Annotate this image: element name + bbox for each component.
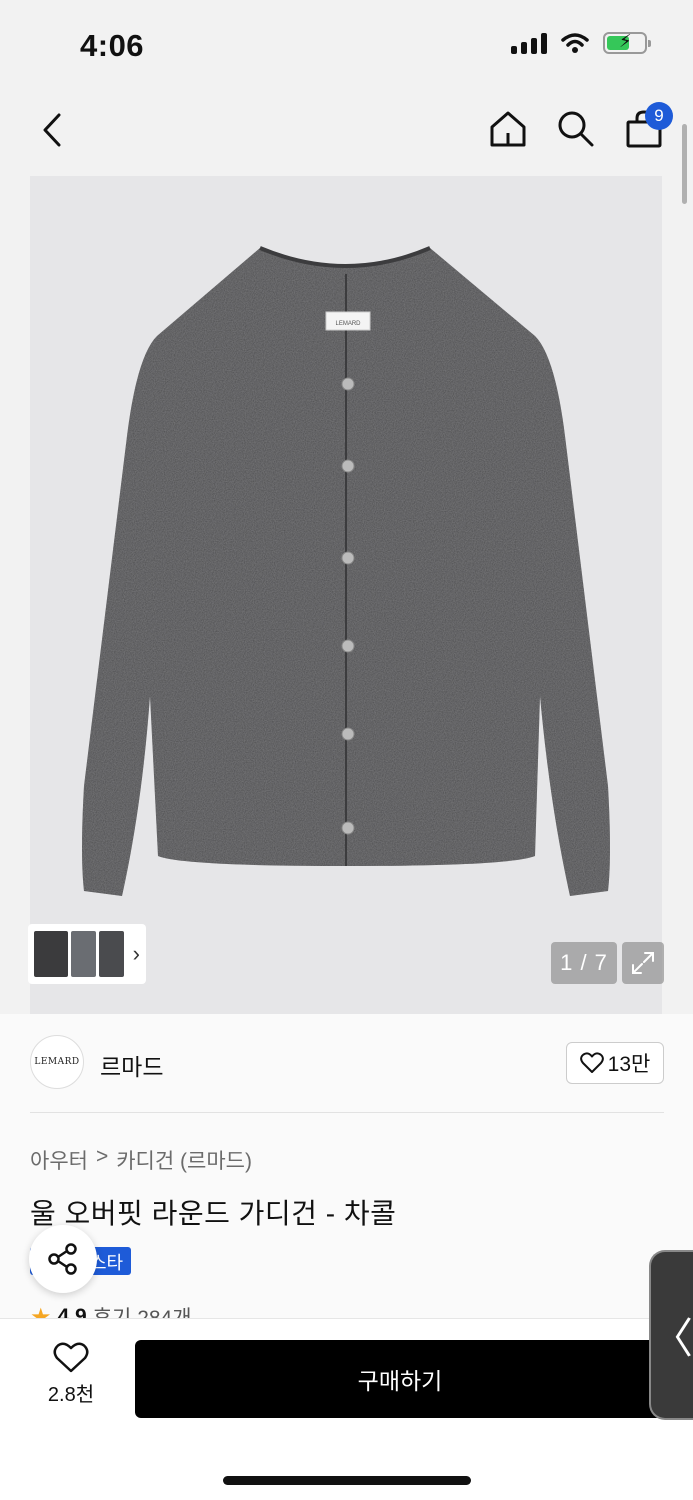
expand-image-button[interactable] [622, 942, 664, 984]
divider [30, 1112, 664, 1113]
brand-favorite-count: 13만 [607, 1053, 651, 1076]
like-count: 2.8천 [47, 1384, 95, 1406]
breadcrumb-item[interactable]: 카디건 (르마드) [116, 1145, 252, 1175]
breadcrumb-item[interactable]: 아우터 [30, 1145, 88, 1175]
thumbnail-strip[interactable]: › [28, 924, 146, 984]
expand-icon [632, 952, 654, 974]
thumbnail-1[interactable] [34, 931, 69, 977]
home-icon [490, 111, 526, 147]
share-button[interactable] [29, 1225, 97, 1293]
product-image-gallery[interactable]: LEMARD [30, 176, 662, 1014]
battery-charging-icon: ⚡ [603, 31, 651, 54]
wifi-icon [561, 33, 589, 53]
brand-name[interactable]: 르마드 [100, 1048, 163, 1082]
breadcrumb: 아우터 > 카디건 (르마드) [30, 1145, 252, 1175]
search-icon [558, 111, 594, 147]
home-indicator[interactable] [223, 1476, 471, 1485]
back-button[interactable] [34, 108, 70, 152]
breadcrumb-separator-icon: > [95, 1145, 109, 1168]
brand-logo[interactable]: LEMARD [30, 1035, 84, 1089]
thumbnail-2[interactable] [71, 931, 96, 977]
status-time: 4:06 [80, 28, 145, 63]
status-icons: ⚡ [511, 31, 651, 54]
home-button[interactable] [487, 106, 529, 152]
heart-icon [579, 1052, 604, 1073]
share-icon [48, 1243, 77, 1275]
cart-button[interactable]: 9 [623, 102, 673, 152]
product-label-text: LEMARD [335, 321, 361, 327]
side-panel-handle[interactable]: 〈 [649, 1250, 693, 1420]
cardigan-image: LEMARD [82, 246, 610, 896]
heart-icon [53, 1342, 89, 1373]
chevron-right-icon: › [132, 941, 140, 966]
signal-icon [511, 32, 547, 54]
search-button[interactable] [555, 106, 597, 152]
like-button[interactable]: 2.8천 [32, 1342, 110, 1414]
thumbnail-3[interactable] [98, 931, 124, 977]
image-page-counter: 1 / 7 [551, 942, 617, 984]
cart-count-badge: 9 [645, 102, 673, 130]
nav-actions: 9 [487, 102, 673, 152]
buy-button[interactable]: 구매하기 [135, 1340, 665, 1418]
back-chevron-icon [43, 113, 61, 147]
brand-favorite-button[interactable]: 13만 [566, 1042, 664, 1084]
product-title: 울 오버핏 라운드 가디건 - 차콜 [30, 1198, 397, 1229]
scrollbar[interactable] [682, 124, 687, 204]
